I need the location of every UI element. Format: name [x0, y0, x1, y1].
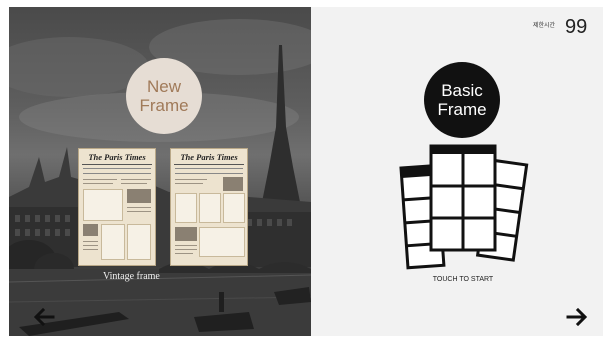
frame-selection-screen: New Frame The Paris Times The Paris Time… — [0, 0, 607, 340]
photo-slot — [199, 227, 245, 257]
basic-frame-line2: Frame — [437, 100, 487, 119]
vintage-frame-preview-1[interactable]: The Paris Times — [78, 148, 156, 266]
photo-slot — [223, 193, 245, 223]
basic-frame-badge[interactable]: Basic Frame — [424, 62, 500, 138]
photo-slot — [175, 193, 197, 223]
new-frame-badge[interactable]: New Frame — [126, 58, 202, 134]
new-frame-line1: New — [146, 77, 181, 96]
basic-frame-line1: Basic — [441, 81, 483, 100]
paper-masthead: The Paris Times — [82, 149, 152, 165]
new-frame-line2: Frame — [139, 96, 189, 115]
paris-background-image — [9, 19, 311, 336]
photo-slot — [127, 224, 151, 260]
photo-slot — [199, 193, 221, 223]
photo-slot — [101, 224, 125, 260]
arrow-left-icon[interactable] — [33, 308, 55, 326]
paper-rule — [175, 168, 243, 174]
touch-to-start-label: TOUCH TO START — [432, 276, 494, 283]
basic-frame-panel[interactable]: 제한시간 99 Basic Frame TOUCH TO START — [311, 7, 603, 336]
photo-slot — [83, 189, 123, 221]
new-frame-panel[interactable]: New Frame The Paris Times The Paris Time… — [9, 7, 311, 336]
time-limit-label: 제한시간 — [533, 23, 556, 29]
photo-thumb — [175, 227, 197, 241]
arrow-right-icon[interactable] — [566, 308, 588, 326]
photo-strips-illustration[interactable] — [395, 140, 535, 270]
photo-thumb — [83, 224, 98, 236]
vintage-frame-label: Vintage frame — [103, 271, 160, 282]
photo-thumb — [223, 177, 243, 191]
time-limit-value: 99 — [565, 16, 588, 38]
vintage-frame-preview-2[interactable]: The Paris Times — [170, 148, 248, 266]
paper-rule — [83, 168, 151, 174]
photo-thumb — [127, 189, 151, 203]
paper-masthead: The Paris Times — [174, 149, 244, 165]
